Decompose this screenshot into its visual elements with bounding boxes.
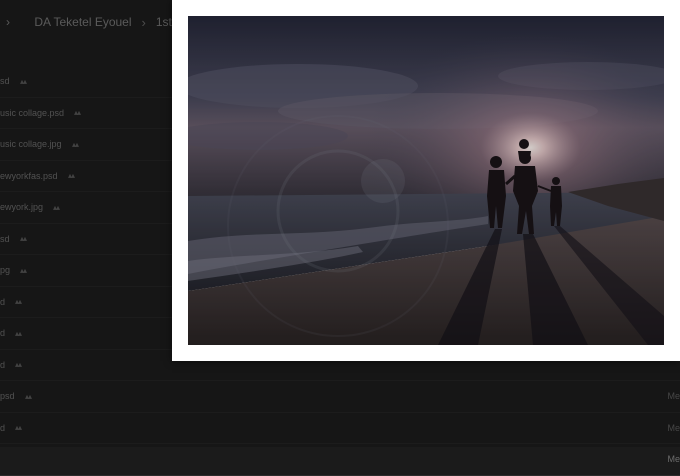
file-row[interactable]: Me (0, 444, 680, 476)
preview-image[interactable] (188, 16, 664, 345)
file-owner: Me (667, 454, 680, 465)
lightbox-image-frame (172, 0, 680, 361)
beach-sunset-photo (188, 16, 664, 345)
